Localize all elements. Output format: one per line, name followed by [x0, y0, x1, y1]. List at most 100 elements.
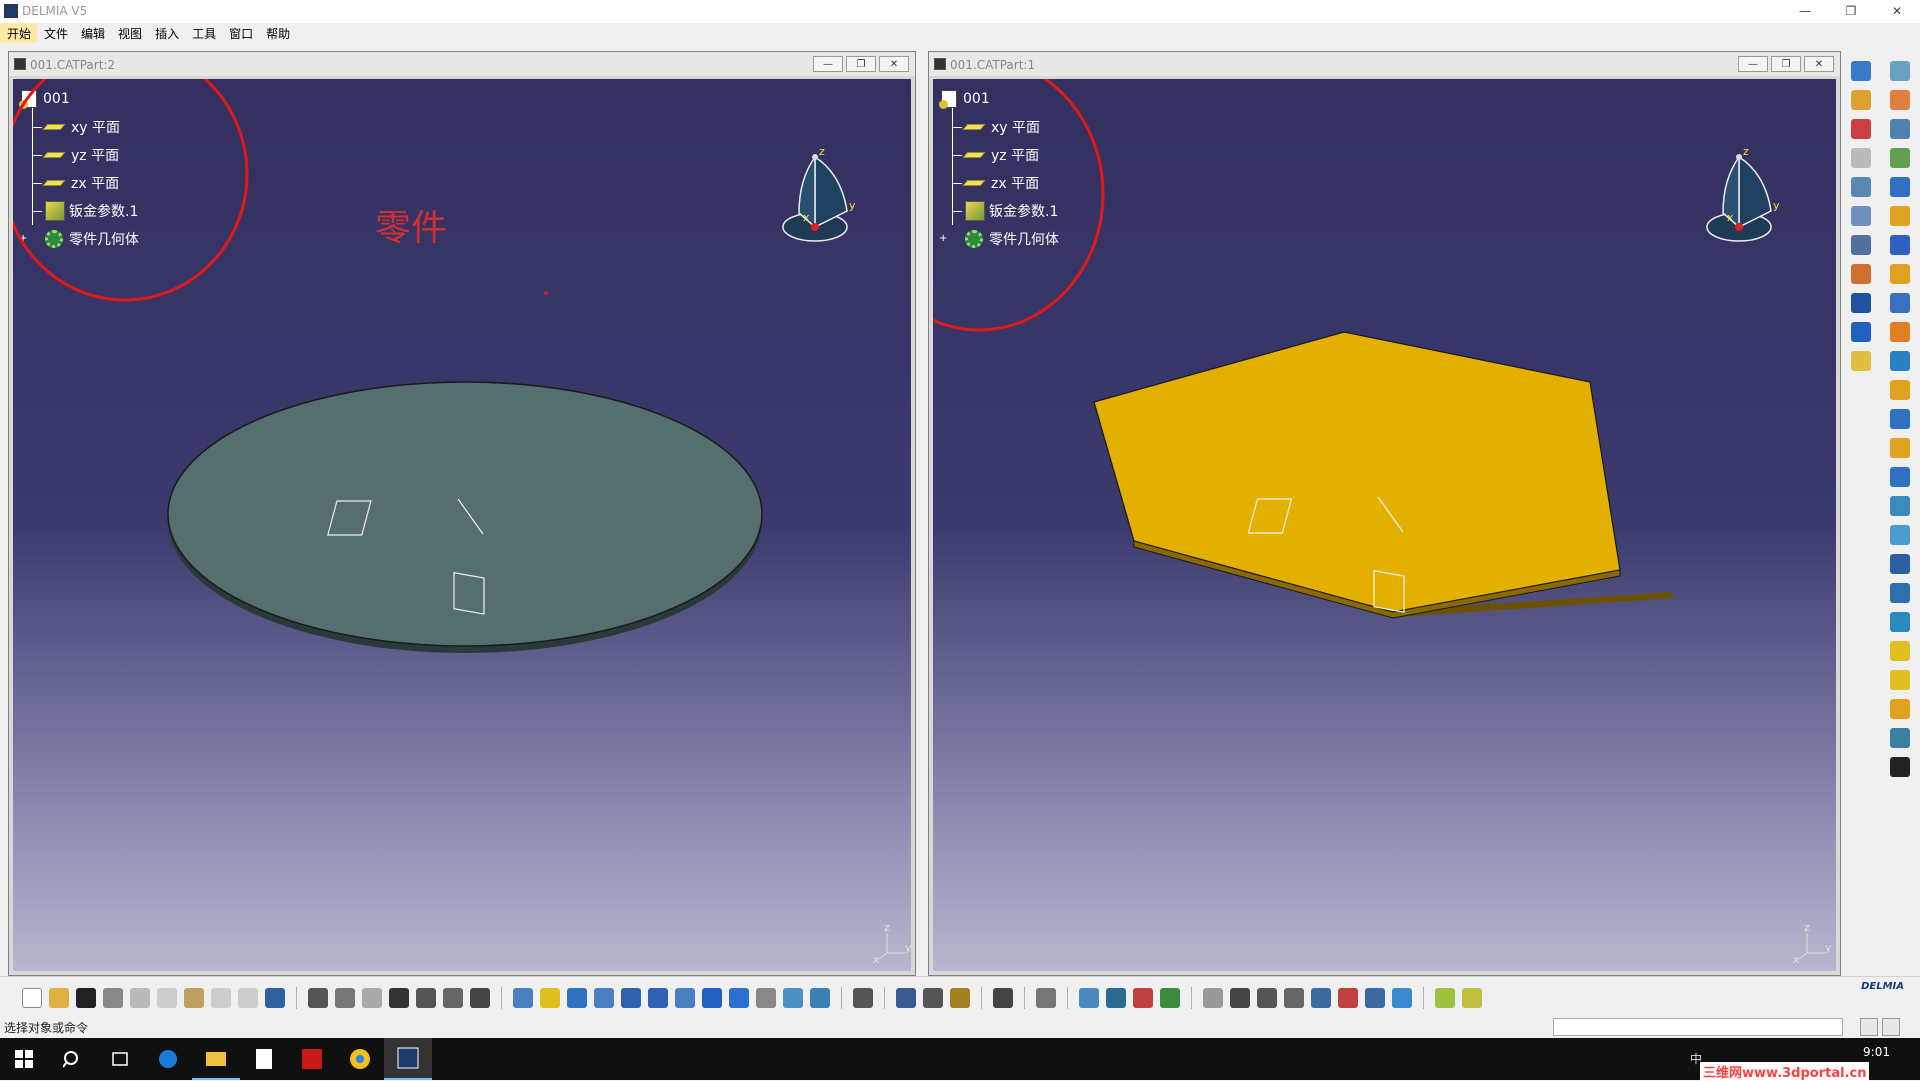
menu-edit[interactable]: 编辑	[74, 23, 111, 43]
numeric-icon[interactable]	[1284, 988, 1304, 1008]
measure-icon[interactable]	[443, 988, 463, 1008]
windows-start-icon[interactable]	[0, 1038, 48, 1080]
file-explorer-icon[interactable]	[192, 1038, 240, 1080]
line-icon[interactable]	[1851, 322, 1871, 342]
layers-icon[interactable]	[1311, 988, 1331, 1008]
whats-this-icon[interactable]	[265, 988, 285, 1008]
erase-icon[interactable]	[1392, 988, 1412, 1008]
sketcher-icon[interactable]	[1890, 119, 1910, 139]
zoom-out-icon[interactable]	[648, 988, 668, 1008]
open-icon[interactable]	[49, 988, 69, 1008]
bottle-icon[interactable]	[950, 988, 970, 1008]
chrome-icon[interactable]	[336, 1038, 384, 1080]
wall-icon[interactable]	[1851, 148, 1871, 168]
mechanism-icon[interactable]	[1851, 119, 1871, 139]
new-icon[interactable]	[22, 988, 42, 1008]
point-icon[interactable]	[1851, 293, 1871, 313]
doc-minimize-button[interactable]: —	[813, 56, 843, 72]
flanged-cutout-icon[interactable]	[1890, 583, 1910, 603]
texture-icon[interactable]	[1160, 988, 1180, 1008]
material-icon[interactable]	[1106, 988, 1126, 1008]
cutout-icon[interactable]	[1890, 322, 1910, 342]
print-icon[interactable]	[103, 988, 123, 1008]
clock[interactable]: 9:01	[1863, 1044, 1890, 1060]
edge-browser-icon[interactable]	[144, 1038, 192, 1080]
search-icon[interactable]	[48, 1038, 96, 1080]
doc-minimize-button[interactable]: —	[1738, 56, 1768, 72]
analysis-icon[interactable]	[470, 988, 490, 1008]
axis-tool-icon[interactable]	[1036, 988, 1056, 1008]
constraint-icon[interactable]	[1338, 988, 1358, 1008]
sheetmetal-params-tool-icon[interactable]	[1890, 148, 1910, 168]
user-flange-icon[interactable]	[1890, 293, 1910, 313]
hexagon-plate[interactable]	[1093, 331, 1673, 619]
compass-icon[interactable]: z y x	[782, 145, 856, 242]
menu-view[interactable]: 视图	[111, 23, 148, 43]
camera-icon[interactable]	[993, 988, 1013, 1008]
bead-icon[interactable]	[1890, 525, 1910, 545]
transfer-icon[interactable]	[853, 988, 873, 1008]
doc-close-button[interactable]: ✕	[879, 56, 909, 72]
shading-icon[interactable]	[756, 988, 776, 1008]
hide-show-icon[interactable]	[783, 988, 803, 1008]
document-title-bar[interactable]: 001.CATPart:2 — ❐ ✕	[9, 52, 915, 76]
save-db-icon[interactable]	[1890, 757, 1910, 777]
flange-icon[interactable]	[1851, 177, 1871, 197]
hem-icon[interactable]	[1890, 235, 1910, 255]
formula-icon[interactable]	[308, 988, 328, 1008]
document-window-left[interactable]: 001.CATPart:2 — ❐ ✕ 001 xy 平面 yz 平面 zx 平…	[8, 51, 916, 976]
list-icon[interactable]	[1365, 988, 1385, 1008]
undo-icon[interactable]	[211, 988, 231, 1008]
dowel-icon[interactable]	[1890, 728, 1910, 748]
swap-space-icon[interactable]	[810, 988, 830, 1008]
bridge-icon[interactable]	[1890, 641, 1910, 661]
autocad-icon[interactable]	[288, 1038, 336, 1080]
cut-icon[interactable]	[130, 988, 150, 1008]
restore-button[interactable]: ❐	[1828, 0, 1874, 22]
copy-icon[interactable]	[157, 988, 177, 1008]
circular-plate[interactable]	[167, 381, 763, 653]
text-abc-icon[interactable]	[1851, 206, 1871, 226]
save-icon[interactable]	[76, 988, 96, 1008]
curve-stamp-icon[interactable]	[1890, 554, 1910, 574]
stiffening-rib-icon[interactable]	[1890, 699, 1910, 719]
product-icon[interactable]	[1851, 61, 1871, 81]
doc-restore-button[interactable]: ❐	[1771, 56, 1801, 72]
tool-1-icon[interactable]	[1890, 61, 1910, 81]
power-input-icon[interactable]	[1860, 1018, 1878, 1036]
grid-icon[interactable]	[1851, 90, 1871, 110]
tear-drop-icon[interactable]	[1890, 264, 1910, 284]
update-icon[interactable]	[1435, 988, 1455, 1008]
minimize-button[interactable]: —	[1782, 0, 1828, 22]
multi-view-icon[interactable]	[702, 988, 722, 1008]
part-icon-tool[interactable]	[923, 988, 943, 1008]
render-icon[interactable]	[1079, 988, 1099, 1008]
3d-viewport[interactable]: 001 xy 平面 yz 平面 zx 平面 钣金参数.1 + 零件几何体 z y…	[933, 79, 1836, 971]
redo-icon[interactable]	[238, 988, 258, 1008]
command-input[interactable]	[1553, 1018, 1843, 1036]
select-arrow-icon[interactable]	[1890, 90, 1910, 110]
surface-stamp-icon[interactable]	[1890, 496, 1910, 516]
unfold-icon[interactable]	[1890, 380, 1910, 400]
flange-tool-icon[interactable]	[1890, 206, 1910, 226]
axis-triad-icon[interactable]	[1257, 988, 1277, 1008]
dimension-icon[interactable]	[1851, 235, 1871, 255]
fly-icon[interactable]	[513, 988, 533, 1008]
normal-view-icon[interactable]	[675, 988, 695, 1008]
hand-icon[interactable]	[1230, 988, 1250, 1008]
document-window-right[interactable]: 001.CATPart:1 — ❐ ✕ 001 xy 平面 yz 平面 zx 平…	[928, 51, 1841, 976]
menu-start[interactable]: 开始	[0, 23, 38, 43]
comment-icon[interactable]	[335, 988, 355, 1008]
corner-icon[interactable]	[1890, 438, 1910, 458]
louver-icon[interactable]	[1890, 612, 1910, 632]
3d-viewport[interactable]: 001 xy 平面 yz 平面 zx 平面 钣金参数.1 +零件几何体 零件	[13, 79, 911, 971]
bend-icon[interactable]	[1890, 177, 1910, 197]
reorder-icon[interactable]	[1203, 988, 1223, 1008]
rotate-icon[interactable]	[594, 988, 614, 1008]
close-button[interactable]: ✕	[1874, 0, 1920, 22]
catalog-icon[interactable]	[416, 988, 436, 1008]
knowledge-icon[interactable]	[362, 988, 382, 1008]
stamp-icon[interactable]	[1890, 351, 1910, 371]
zoom-in-icon[interactable]	[621, 988, 641, 1008]
iso-view-icon[interactable]	[729, 988, 749, 1008]
